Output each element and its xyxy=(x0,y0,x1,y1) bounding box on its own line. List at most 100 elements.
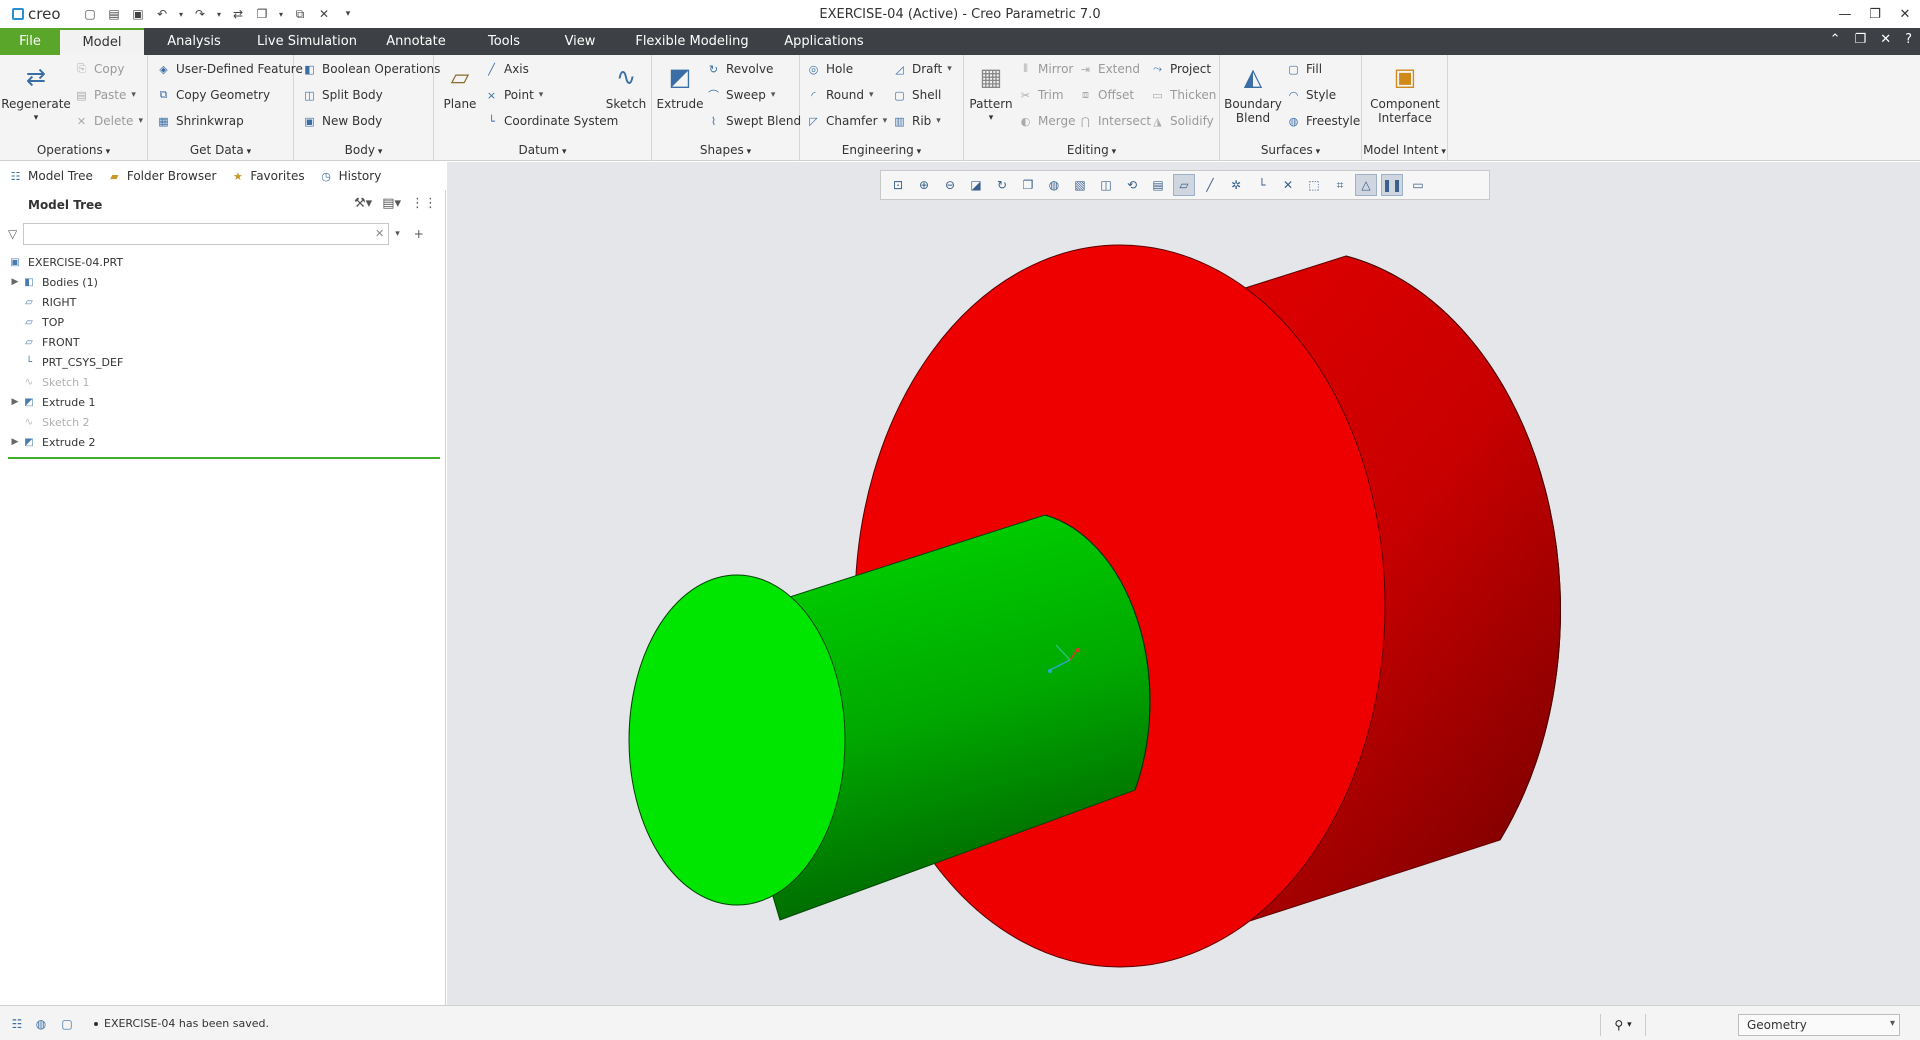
close-icon[interactable]: ✕ xyxy=(1890,7,1920,22)
expand-icon[interactable]: ▶ xyxy=(8,277,22,287)
tree-item[interactable]: ▣ EXERCISE-04.PRT xyxy=(8,252,440,272)
windows-dropdown-icon[interactable]: ▾ xyxy=(276,5,286,23)
extrude-button[interactable]: ◩ Extrude xyxy=(656,59,704,111)
section-icon[interactable]: ◫ xyxy=(1095,174,1117,196)
restore-icon[interactable]: ❐ xyxy=(1860,7,1890,22)
ribbon-close-icon[interactable]: ✕ xyxy=(1880,32,1891,47)
csys-display-icon[interactable]: └ xyxy=(1251,174,1273,196)
tab-file[interactable]: File xyxy=(0,28,60,55)
help-icon[interactable]: ? xyxy=(1905,32,1912,47)
udf-button[interactable]: ◈ User-Defined Feature xyxy=(156,58,303,80)
graphics-viewport[interactable] xyxy=(447,162,1920,1005)
tree-columns-icon[interactable]: ▤▾ xyxy=(382,196,401,211)
search-dropdown-icon[interactable]: ▾ xyxy=(395,229,400,239)
minimize-icon[interactable]: — xyxy=(1830,7,1860,22)
model-3d-view[interactable] xyxy=(447,162,1920,1005)
add-filter-icon[interactable]: + xyxy=(414,227,424,241)
point-button[interactable]: × Point xyxy=(484,84,543,106)
filter-icon[interactable]: ▽ xyxy=(8,227,17,241)
tree-item[interactable]: ▱ FRONT xyxy=(8,332,440,352)
pattern-button[interactable]: ▦ Pattern ▾ xyxy=(966,59,1016,125)
copy-geometry-button[interactable]: ⧉ Copy Geometry xyxy=(156,84,271,106)
annotation-display-icon[interactable]: ▤ xyxy=(1147,174,1169,196)
reorient-qat-icon[interactable]: ⧉ xyxy=(290,5,310,23)
group-label-surfaces[interactable]: Surfaces xyxy=(1220,143,1361,157)
browser-icon[interactable]: ◍ xyxy=(32,1015,50,1033)
plane-display-icon[interactable]: ▱ xyxy=(1173,174,1195,196)
hidden-line-icon[interactable]: ⬚ xyxy=(1303,174,1325,196)
close-window-icon[interactable]: ✕ xyxy=(314,5,334,23)
round-button[interactable]: ◜ Round xyxy=(806,84,874,106)
toggle-navigator-icon[interactable]: ☷ xyxy=(8,1015,26,1033)
shading-icon[interactable]: △ xyxy=(1355,174,1377,196)
solidify-button[interactable]: ◮ Solidify xyxy=(1150,110,1213,132)
sweep-button[interactable]: ⌒ Sweep xyxy=(706,84,775,106)
collapse-ribbon-icon[interactable]: ⌃ xyxy=(1830,32,1841,47)
split-body-button[interactable]: ◫ Split Body xyxy=(302,84,382,106)
coordinate-system-button[interactable]: └ Coordinate System xyxy=(484,110,618,132)
saved-views-icon[interactable]: ❐ xyxy=(1017,174,1039,196)
plane-button[interactable]: ▱ Plane xyxy=(438,59,482,111)
refit-icon[interactable]: ⊡ xyxy=(887,174,909,196)
group-label-engineering[interactable]: Engineering xyxy=(800,143,963,157)
tab-view[interactable]: View xyxy=(546,28,614,55)
ribbon-restore-icon[interactable]: ❐ xyxy=(1855,32,1867,47)
tab-applications[interactable]: Applications xyxy=(770,28,878,55)
trim-button[interactable]: ✂ Trim xyxy=(1018,84,1064,106)
freestyle-button[interactable]: ◍ Freestyle xyxy=(1286,110,1361,132)
zoom-in-icon[interactable]: ⊕ xyxy=(913,174,935,196)
group-label-operations[interactable]: Operations xyxy=(0,143,147,157)
delete-button[interactable]: ✕ Delete xyxy=(74,110,143,132)
tab-live-simulation[interactable]: Live Simulation xyxy=(244,28,370,55)
tab-favorites[interactable]: ★ Favorites xyxy=(230,169,305,184)
tree-item[interactable]: ∿ Sketch 1 xyxy=(8,372,440,392)
tree-item[interactable]: ∿ Sketch 2 xyxy=(8,412,440,432)
chamfer-button[interactable]: ◸ Chamfer xyxy=(806,110,887,132)
revolve-button[interactable]: ↻ Revolve xyxy=(706,58,774,80)
tree-item[interactable]: ▶ ◧ Bodies (1) xyxy=(8,272,440,292)
tab-annotate[interactable]: Annotate xyxy=(370,28,462,55)
point-display-icon[interactable]: ✲ xyxy=(1225,174,1247,196)
tab-folder-browser[interactable]: ▰ Folder Browser xyxy=(107,169,216,184)
open-file-icon[interactable]: ▤ xyxy=(104,5,124,23)
insert-indicator[interactable] xyxy=(8,457,440,459)
selection-filter-select[interactable]: Geometry ▾ xyxy=(1738,1014,1900,1036)
render-icon[interactable]: ▭ xyxy=(1407,174,1429,196)
tree-settings-icon[interactable]: ⚒▾ xyxy=(354,196,372,211)
group-label-get-data[interactable]: Get Data xyxy=(148,143,293,157)
boolean-operations-button[interactable]: ◧ Boolean Operations xyxy=(302,58,440,80)
intersect-button[interactable]: ⋂ Intersect xyxy=(1078,110,1151,132)
new-file-icon[interactable]: ▢ xyxy=(80,5,100,23)
regenerate-qat-icon[interactable]: ⇄ xyxy=(228,5,248,23)
axis-display-icon[interactable]: ╱ xyxy=(1199,174,1221,196)
spin-center-icon[interactable]: ✕ xyxy=(1277,174,1299,196)
group-label-datum[interactable]: Datum xyxy=(434,143,651,157)
shrinkwrap-button[interactable]: ▦ Shrinkwrap xyxy=(156,110,243,132)
redo-dropdown-icon[interactable]: ▾ xyxy=(214,5,224,23)
swept-blend-button[interactable]: ⌇ Swept Blend xyxy=(706,110,801,132)
tree-filters-icon[interactable]: ⋮⋮ xyxy=(411,196,437,211)
new-body-button[interactable]: ▣ New Body xyxy=(302,110,382,132)
redo-icon[interactable]: ↷ xyxy=(190,5,210,23)
component-interface-button[interactable]: ▣ Component Interface xyxy=(1364,59,1446,125)
reorient-icon[interactable]: ↻ xyxy=(991,174,1013,196)
edge-display-icon[interactable]: ⌗ xyxy=(1329,174,1351,196)
tab-flexible-modeling[interactable]: Flexible Modeling xyxy=(614,28,770,55)
draft-button[interactable]: ◿ Draft xyxy=(892,58,952,80)
tab-analysis[interactable]: Analysis xyxy=(144,28,244,55)
customize-qat-icon[interactable]: ▾ xyxy=(338,5,358,23)
group-label-editing[interactable]: Editing xyxy=(964,143,1219,157)
display-style-icon[interactable]: ◍ xyxy=(1043,174,1065,196)
tree-item[interactable]: ▶ ◩ Extrude 2 xyxy=(8,432,440,452)
save-icon[interactable]: ▣ xyxy=(128,5,148,23)
shell-button[interactable]: ▢ Shell xyxy=(892,84,941,106)
copy-button[interactable]: ⎘ Copy xyxy=(74,58,124,80)
paste-button[interactable]: ▤ Paste xyxy=(74,84,136,106)
tab-model[interactable]: Model xyxy=(60,28,144,55)
repaint-icon[interactable]: ◪ xyxy=(965,174,987,196)
fill-button[interactable]: ▢ Fill xyxy=(1286,58,1322,80)
rib-button[interactable]: ▥ Rib xyxy=(892,110,941,132)
group-label-shapes[interactable]: Shapes xyxy=(652,143,799,157)
datum-display-icon[interactable]: ⟲ xyxy=(1121,174,1143,196)
offset-button[interactable]: ⧈ Offset xyxy=(1078,84,1134,106)
